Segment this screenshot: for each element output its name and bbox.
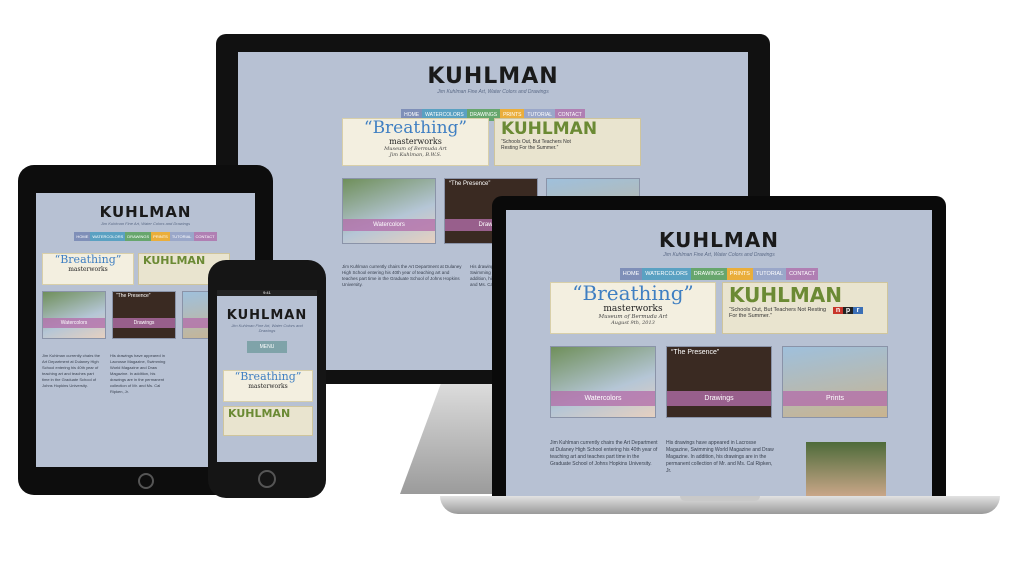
- npr-banner-title: KUHLMAN: [228, 407, 291, 420]
- npr-n: n: [833, 307, 843, 314]
- npr-banner-quote: “Schools Out, But Teachers Not Resting F…: [501, 139, 571, 151]
- nav-home[interactable]: HOME: [619, 268, 643, 280]
- banner-title: “Breathing”: [54, 253, 122, 266]
- main-nav: HOME WATERCOLORS DRAWINGS PRINTS TUTORIA…: [506, 268, 932, 280]
- tile-watercolors-label: Watercolors: [343, 219, 435, 231]
- banner-title: “Breathing”: [572, 282, 694, 305]
- body-text-col2: His drawings have appeared in Lacrosse M…: [666, 440, 774, 474]
- macbook-notch: [680, 496, 760, 501]
- tile-watercolors[interactable]: Watercolors: [342, 178, 436, 244]
- npr-banner-quote: “Schools Out, But Teachers Not Resting F…: [729, 307, 827, 319]
- phone-status-time: 9:41: [263, 290, 271, 295]
- tile-drawings[interactable]: “The Presence” Drawings: [112, 291, 176, 339]
- menu-button[interactable]: MENU: [247, 341, 287, 353]
- tile-drawings-header: “The Presence”: [116, 293, 151, 299]
- npr-banner[interactable]: KUHLMAN: [223, 406, 313, 436]
- breathing-banner[interactable]: “Breathing” masterworks: [42, 253, 134, 285]
- nav-contact[interactable]: CONTACT: [193, 232, 217, 241]
- site-logo[interactable]: KUHLMAN: [506, 228, 932, 252]
- banner-subtitle: masterworks: [389, 137, 442, 146]
- nav-watercolors[interactable]: WATERCOLORS: [642, 268, 691, 280]
- tile-drawings-label: Drawings: [113, 318, 175, 328]
- nav-prints[interactable]: PRINTS: [151, 232, 170, 241]
- npr-banner[interactable]: KUHLMAN “Schools Out, But Teachers Not R…: [494, 118, 641, 166]
- npr-p: p: [843, 307, 853, 314]
- iphone-device: 9:41 KUHLMAN Jim Kuhlman Fine Art, Water…: [208, 260, 326, 498]
- banner-subtitle: masterworks: [248, 383, 288, 390]
- author-photo: [806, 442, 886, 496]
- banner-subtitle: masterworks: [68, 266, 108, 273]
- nav-drawings[interactable]: DRAWINGS: [125, 232, 152, 241]
- tile-drawings-label: Drawings: [667, 391, 771, 406]
- site-logo[interactable]: KUHLMAN: [217, 308, 317, 323]
- main-nav: HOME WATERCOLORS DRAWINGS PRINTS TUTORIA…: [238, 109, 748, 121]
- iphone-screen: 9:41 KUHLMAN Jim Kuhlman Fine Art, Water…: [217, 290, 317, 462]
- tile-drawings-header: “The Presence”: [671, 349, 720, 356]
- tile-watercolors-label: Watercolors: [551, 391, 655, 406]
- breathing-banner[interactable]: “Breathing” masterworks Museum of Bermud…: [550, 282, 716, 334]
- nav-prints[interactable]: PRINTS: [726, 268, 753, 280]
- tile-watercolors[interactable]: Watercolors: [42, 291, 106, 339]
- main-nav: HOME WATERCOLORS DRAWINGS PRINTS TUTORIA…: [36, 232, 255, 241]
- npr-banner-title: KUHLMAN: [501, 119, 598, 139]
- nav-drawings[interactable]: DRAWINGS: [690, 268, 727, 280]
- iphone-home-button[interactable]: [258, 470, 276, 488]
- site-tagline: Jim Kuhlman Fine Art, Water Colors and D…: [100, 221, 191, 226]
- site-tagline: Jim Kuhlman Fine Art, Water Colors and D…: [437, 89, 549, 95]
- site-logo[interactable]: KUHLMAN: [238, 64, 748, 89]
- tile-watercolors[interactable]: Watercolors: [550, 346, 656, 418]
- site-logo[interactable]: KUHLMAN: [36, 203, 255, 221]
- site-tagline: Jim Kuhlman Fine Art, Water Colors and D…: [231, 323, 303, 333]
- banner-subtitle: masterworks: [603, 304, 663, 314]
- tile-watercolors-label: Watercolors: [43, 318, 105, 328]
- body-text-col1: Jim Kuhlman currently chairs the Art Dep…: [42, 353, 101, 388]
- npr-r: r: [853, 307, 863, 314]
- tile-drawings-header: “The Presence”: [449, 181, 491, 187]
- nav-contact[interactable]: CONTACT: [786, 268, 819, 280]
- banner-title: “Breathing”: [363, 118, 468, 138]
- phone-status-bar: 9:41: [217, 290, 317, 296]
- nav-watercolors[interactable]: WATERCOLORS: [90, 232, 126, 241]
- ipad-home-button[interactable]: [138, 473, 154, 489]
- macbook-device: KUHLMAN Jim Kuhlman Fine Art, Water Colo…: [492, 196, 946, 496]
- npr-banner[interactable]: KUHLMAN n p r “Schools Out, But Teachers…: [722, 282, 888, 334]
- body-text-col1: Jim Kuhlman currently chairs the Art Dep…: [342, 264, 462, 287]
- site-tagline: Jim Kuhlman Fine Art, Water Colors and D…: [663, 252, 775, 258]
- npr-banner-title: KUHLMAN: [729, 283, 842, 307]
- body-text-col2: His drawings have appeared in Lacrosse M…: [110, 353, 166, 394]
- breathing-banner[interactable]: “Breathing” masterworks: [223, 370, 313, 402]
- tile-prints-label: Prints: [783, 391, 887, 406]
- body-text-col1: Jim Kuhlman currently chairs the Art Dep…: [550, 440, 658, 467]
- nav-home[interactable]: HOME: [74, 232, 91, 241]
- tile-prints[interactable]: Prints: [782, 346, 888, 418]
- nav-tutorial[interactable]: TUTORIAL: [752, 268, 787, 280]
- banner-artist: Jim Kuhlman, B.W.S.: [389, 152, 442, 158]
- banner-title: “Breathing”: [234, 370, 302, 383]
- macbook-screen: KUHLMAN Jim Kuhlman Fine Art, Water Colo…: [506, 210, 932, 496]
- breathing-banner[interactable]: “Breathing” masterworks Museum of Bermud…: [342, 118, 489, 166]
- tile-drawings[interactable]: “The Presence” Drawings: [666, 346, 772, 418]
- npr-logo: n p r: [833, 307, 863, 314]
- nav-tutorial[interactable]: TUTORIAL: [169, 232, 194, 241]
- banner-date: August 9th, 2013: [611, 320, 655, 326]
